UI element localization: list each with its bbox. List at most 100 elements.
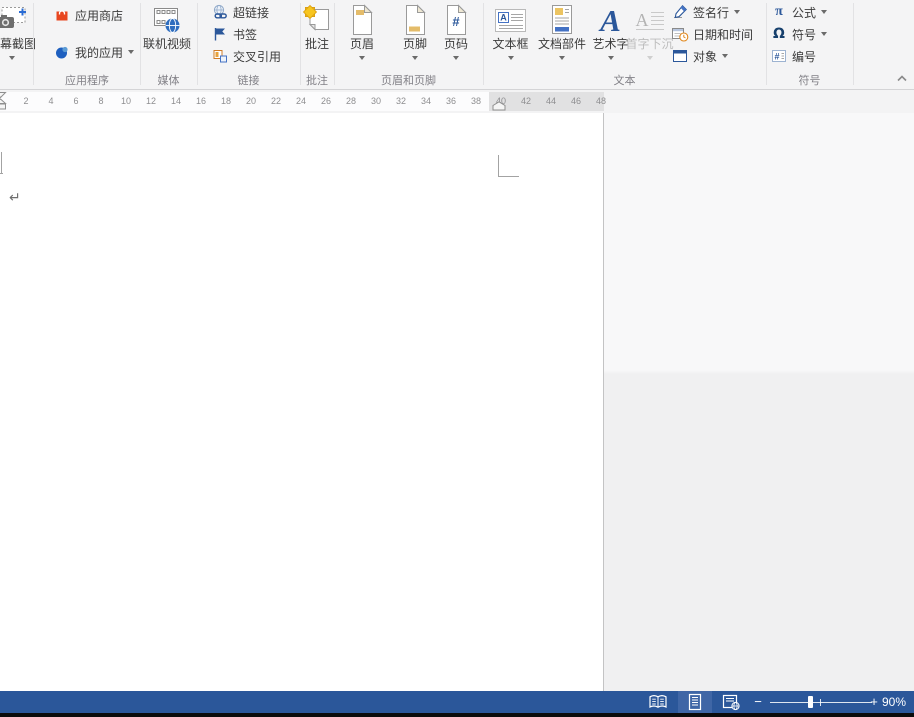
object-button[interactable]: 对象: [671, 46, 728, 66]
my-apps-label: 我的应用: [75, 44, 123, 61]
ruler-tick: 32: [396, 92, 406, 111]
document-page[interactable]: ↵: [0, 113, 603, 691]
bookmark-label: 书签: [233, 26, 257, 43]
text-box-button[interactable]: A 文本框: [488, 2, 533, 70]
crop-mark-top-left: [1, 152, 2, 174]
date-time-button[interactable]: 日期和时间: [671, 24, 753, 44]
ruler-tick: 46: [571, 92, 581, 111]
collapse-ribbon-icon[interactable]: [895, 71, 909, 85]
chevron-down-icon: [9, 56, 15, 60]
number-button[interactable]: # 编号: [770, 46, 816, 66]
online-video-label: 联机视频: [143, 38, 191, 51]
number-icon: #: [770, 48, 788, 64]
print-layout-button[interactable]: [678, 691, 712, 713]
crop-mark-top-right: [498, 155, 499, 177]
signature-line-button[interactable]: 签名行: [671, 2, 740, 22]
object-icon: [671, 48, 689, 64]
ruler-tick: 2: [23, 92, 28, 111]
comment-label: 批注: [305, 38, 329, 51]
chevron-down-icon: [821, 32, 827, 36]
ruler-tick: 24: [296, 92, 306, 111]
symbol-button[interactable]: Ω 符号: [770, 24, 827, 44]
horizontal-ruler[interactable]: 2468101214161820222426283032343638404244…: [0, 90, 914, 113]
ruler-tick: 42: [521, 92, 531, 111]
ruler-tick: 8: [98, 92, 103, 111]
chevron-down-icon: [359, 56, 365, 60]
zoom-slider-track[interactable]: [770, 702, 872, 703]
zoom-out-button[interactable]: −: [750, 691, 766, 713]
screenshot-button[interactable]: 屏幕截图: [0, 2, 36, 70]
my-apps-button[interactable]: 我的应用: [53, 42, 134, 62]
group-caption-apps: 应用程序: [34, 72, 140, 88]
web-layout-button[interactable]: [714, 691, 748, 713]
left-indent-marker[interactable]: [0, 92, 7, 111]
chevron-down-icon: [722, 54, 728, 58]
group-separator: [853, 3, 854, 85]
symbol-label: 符号: [792, 26, 816, 43]
equation-button[interactable]: π 公式: [770, 2, 827, 22]
group-caption-comments: 批注: [300, 72, 334, 88]
comment-button[interactable]: 批注: [296, 2, 338, 70]
chevron-down-icon: [647, 56, 653, 60]
app-store-button[interactable]: 应用商店: [53, 5, 123, 25]
header-label: 页眉: [350, 38, 374, 51]
right-indent-marker[interactable]: [492, 101, 506, 111]
app-store-label: 应用商店: [75, 7, 123, 24]
quick-parts-icon: [549, 2, 575, 38]
ruler-tick: 6: [73, 92, 78, 111]
ruler-tick: 20: [246, 92, 256, 111]
quick-parts-label: 文档部件: [538, 38, 586, 51]
ruler-strip[interactable]: 2468101214161820222426283032343638404244…: [0, 92, 604, 111]
text-box-icon: A: [494, 2, 527, 38]
app-store-icon: [53, 7, 71, 23]
cross-reference-button[interactable]: 交叉引用: [211, 46, 281, 66]
word-window: 屏幕截图 应用商店 我的应用 应用程序: [0, 0, 914, 717]
ruler-tick: 12: [146, 92, 156, 111]
ruler-tick: 18: [221, 92, 231, 111]
ruler-tick: 28: [346, 92, 356, 111]
bookmark-icon: [211, 26, 229, 42]
chevron-down-icon: [508, 56, 514, 60]
ruler-tick: 16: [196, 92, 206, 111]
svg-text:#: #: [774, 52, 779, 62]
zoom-level[interactable]: 90%: [882, 691, 906, 713]
equation-label: 公式: [792, 4, 816, 21]
chevron-down-icon: [608, 56, 614, 60]
online-video-button[interactable]: 联机视频: [143, 2, 191, 70]
chevron-down-icon: [734, 10, 740, 14]
date-time-icon: [671, 26, 689, 42]
read-mode-button[interactable]: [642, 691, 674, 713]
bookmark-button[interactable]: 书签: [211, 24, 257, 44]
wordart-label: 艺术字: [592, 38, 628, 51]
online-video-icon: [151, 2, 183, 38]
hyperlink-label: 超链接: [233, 4, 269, 21]
zoom-slider-handle[interactable]: [808, 696, 813, 708]
workspace-background: [604, 113, 914, 691]
zoom-in-button[interactable]: +: [866, 691, 882, 713]
ruler-tick: 26: [321, 92, 331, 111]
hyperlink-button[interactable]: 超链接: [211, 2, 269, 22]
number-label: 编号: [792, 48, 816, 65]
chevron-down-icon: [453, 56, 459, 60]
footer-button[interactable]: 页脚: [393, 2, 437, 70]
svg-text:#: #: [452, 14, 460, 29]
hyperlink-icon: [211, 4, 229, 20]
wordart-icon: A: [600, 2, 621, 38]
symbol-icon: Ω: [770, 26, 788, 42]
group-caption-text: 文本: [483, 72, 766, 88]
web-layout-icon: [721, 693, 741, 711]
quick-parts-button[interactable]: 文档部件: [537, 2, 587, 70]
signature-line-label: 签名行: [693, 4, 729, 21]
print-layout-icon: [687, 693, 703, 711]
ruler-tick: 30: [371, 92, 381, 111]
paragraph-mark: ↵: [9, 190, 21, 204]
group-caption-links: 链接: [197, 72, 300, 88]
header-button[interactable]: 页眉: [340, 2, 384, 70]
drop-cap-button[interactable]: A 首字下沉: [627, 2, 672, 70]
drop-cap-label: 首字下沉: [626, 38, 674, 51]
zoom-slider-center-tick: [820, 699, 821, 706]
crop-mark-top-left-arm: [0, 173, 3, 174]
read-mode-icon: [648, 694, 668, 710]
chevron-down-icon: [559, 56, 565, 60]
page-number-button[interactable]: # 页码: [434, 2, 478, 70]
